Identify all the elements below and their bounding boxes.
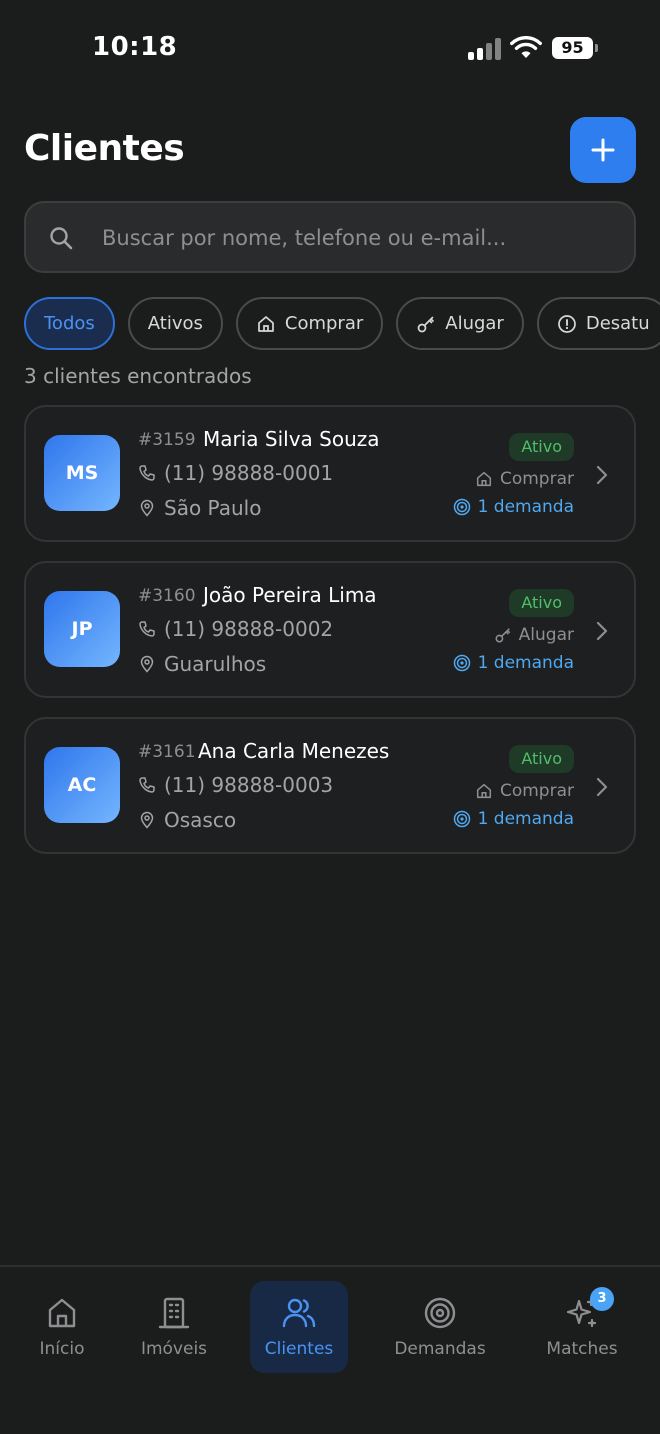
client-id: #3160 [138, 586, 196, 606]
users-icon [282, 1298, 316, 1328]
filter-chip-label: Desatu [585, 313, 650, 334]
filter-chip-label: Alugar [445, 313, 504, 334]
avatar: AC [44, 747, 120, 823]
search-box[interactable] [24, 201, 636, 273]
client-intent: Alugar [494, 625, 574, 645]
client-demands: 1 demanda [453, 653, 574, 673]
search-icon [50, 227, 73, 250]
battery-level: 95 [552, 37, 593, 59]
status-time: 10:18 [92, 32, 178, 62]
nav-item-label: Demandas [394, 1339, 486, 1359]
house-icon [476, 783, 492, 799]
chevron-right-icon [596, 465, 608, 485]
map-pin-icon [140, 655, 154, 673]
client-name: João Pereira Lima [203, 583, 377, 607]
client-intent-label: Comprar [499, 469, 574, 489]
avatar: MS [44, 435, 120, 511]
key-icon [417, 316, 435, 332]
nav-item-matches[interactable]: Matches 3 [530, 1281, 634, 1373]
client-city-row: São Paulo [138, 496, 261, 520]
nav-item-clientes[interactable]: Clientes [250, 1281, 348, 1373]
target-icon [453, 654, 470, 672]
avatar: JP [44, 591, 120, 667]
phone-icon [139, 621, 155, 637]
plus-icon [591, 138, 615, 162]
client-intent: Comprar [475, 781, 574, 801]
chevron-right-icon [596, 621, 608, 641]
client-id: #3159 [138, 430, 196, 450]
key-icon [495, 628, 510, 643]
chevron-right-icon [596, 777, 608, 797]
nav-item-label: Início [39, 1339, 85, 1359]
client-name: Ana Carla Menezes [198, 739, 390, 763]
client-demands-label: 1 demanda [477, 497, 574, 517]
client-demands-label: 1 demanda [477, 653, 574, 673]
home-icon [48, 1298, 76, 1328]
phone-icon [139, 465, 155, 481]
client-intent-label: Comprar [499, 781, 574, 801]
client-demands-label: 1 demanda [477, 809, 574, 829]
add-client-button[interactable] [570, 117, 636, 183]
client-city-row: Guarulhos [138, 652, 266, 676]
client-demands: 1 demanda [453, 497, 574, 517]
client-phone: (11) 98888-0002 [164, 617, 334, 641]
bottom-nav: Início Imóveis Clientes Demandas Matches… [0, 1265, 660, 1434]
result-count: 3 clientes encontrados [24, 364, 252, 388]
client-phone-row: (11) 98888-0003 [138, 773, 333, 797]
nav-item-label: Clientes [264, 1339, 334, 1359]
battery-icon: 95 [552, 37, 598, 59]
wifi-icon [510, 36, 542, 58]
nav-item-label: Matches [546, 1339, 618, 1359]
nav-item-imoveis[interactable]: Imóveis [124, 1281, 224, 1373]
cellular-signal-icon [468, 38, 502, 60]
client-demands: 1 demanda [453, 809, 574, 829]
filter-chip-alugar[interactable]: Alugar [396, 297, 524, 350]
alert-circle-icon [557, 314, 576, 333]
house-icon [476, 471, 492, 487]
filter-chips: Todos Ativos Comprar Alugar Desatu [24, 297, 660, 351]
client-name: Maria Silva Souza [203, 427, 380, 451]
nav-item-demandas[interactable]: Demandas [378, 1281, 502, 1373]
nav-item-label: Imóveis [140, 1339, 208, 1359]
filter-chip-ativos[interactable]: Ativos [127, 297, 223, 350]
client-city: Guarulhos [164, 652, 267, 676]
client-city: Osasco [164, 808, 237, 832]
filter-chip-todos[interactable]: Todos [24, 297, 115, 350]
client-city-row: Osasco [138, 808, 236, 832]
phone-icon [139, 777, 155, 793]
client-card[interactable]: JP #3160 João Pereira Lima (11) 98888-00… [24, 561, 636, 698]
target-icon [424, 1297, 456, 1329]
status-badge: Ativo [509, 589, 574, 617]
filter-chip-comprar[interactable]: Comprar [235, 297, 384, 350]
status-badge: Ativo [509, 745, 574, 773]
filter-chip-label: Ativos [147, 313, 203, 334]
client-phone-row: (11) 98888-0001 [138, 461, 333, 485]
matches-count-badge: 3 [590, 1287, 614, 1311]
client-intent: Comprar [475, 469, 574, 489]
client-phone: (11) 98888-0003 [164, 773, 334, 797]
client-phone: (11) 98888-0001 [164, 461, 334, 485]
target-icon [453, 498, 470, 516]
client-card[interactable]: MS #3159 Maria Silva Souza (11) 98888-00… [24, 405, 636, 542]
nav-item-inicio[interactable]: Início [18, 1281, 106, 1373]
client-intent-label: Alugar [518, 625, 574, 645]
map-pin-icon [140, 499, 154, 517]
house-icon [258, 315, 274, 332]
map-pin-icon [140, 811, 154, 829]
client-phone-row: (11) 98888-0002 [138, 617, 333, 641]
filter-chip-label: Todos [44, 313, 95, 334]
filter-chip-desatualizados[interactable]: Desatu [536, 297, 660, 350]
status-badge: Ativo [509, 433, 574, 461]
target-icon [453, 810, 470, 828]
building-icon [158, 1297, 190, 1329]
search-input[interactable] [102, 217, 602, 259]
page-title: Clientes [24, 128, 185, 169]
filter-chip-label: Comprar [284, 313, 364, 334]
status-bar: 10:18 95 [0, 0, 660, 96]
client-city: São Paulo [164, 496, 262, 520]
client-id: #3161 [138, 742, 196, 762]
client-card[interactable]: AC #3161 Ana Carla Menezes (11) 98888-00… [24, 717, 636, 854]
